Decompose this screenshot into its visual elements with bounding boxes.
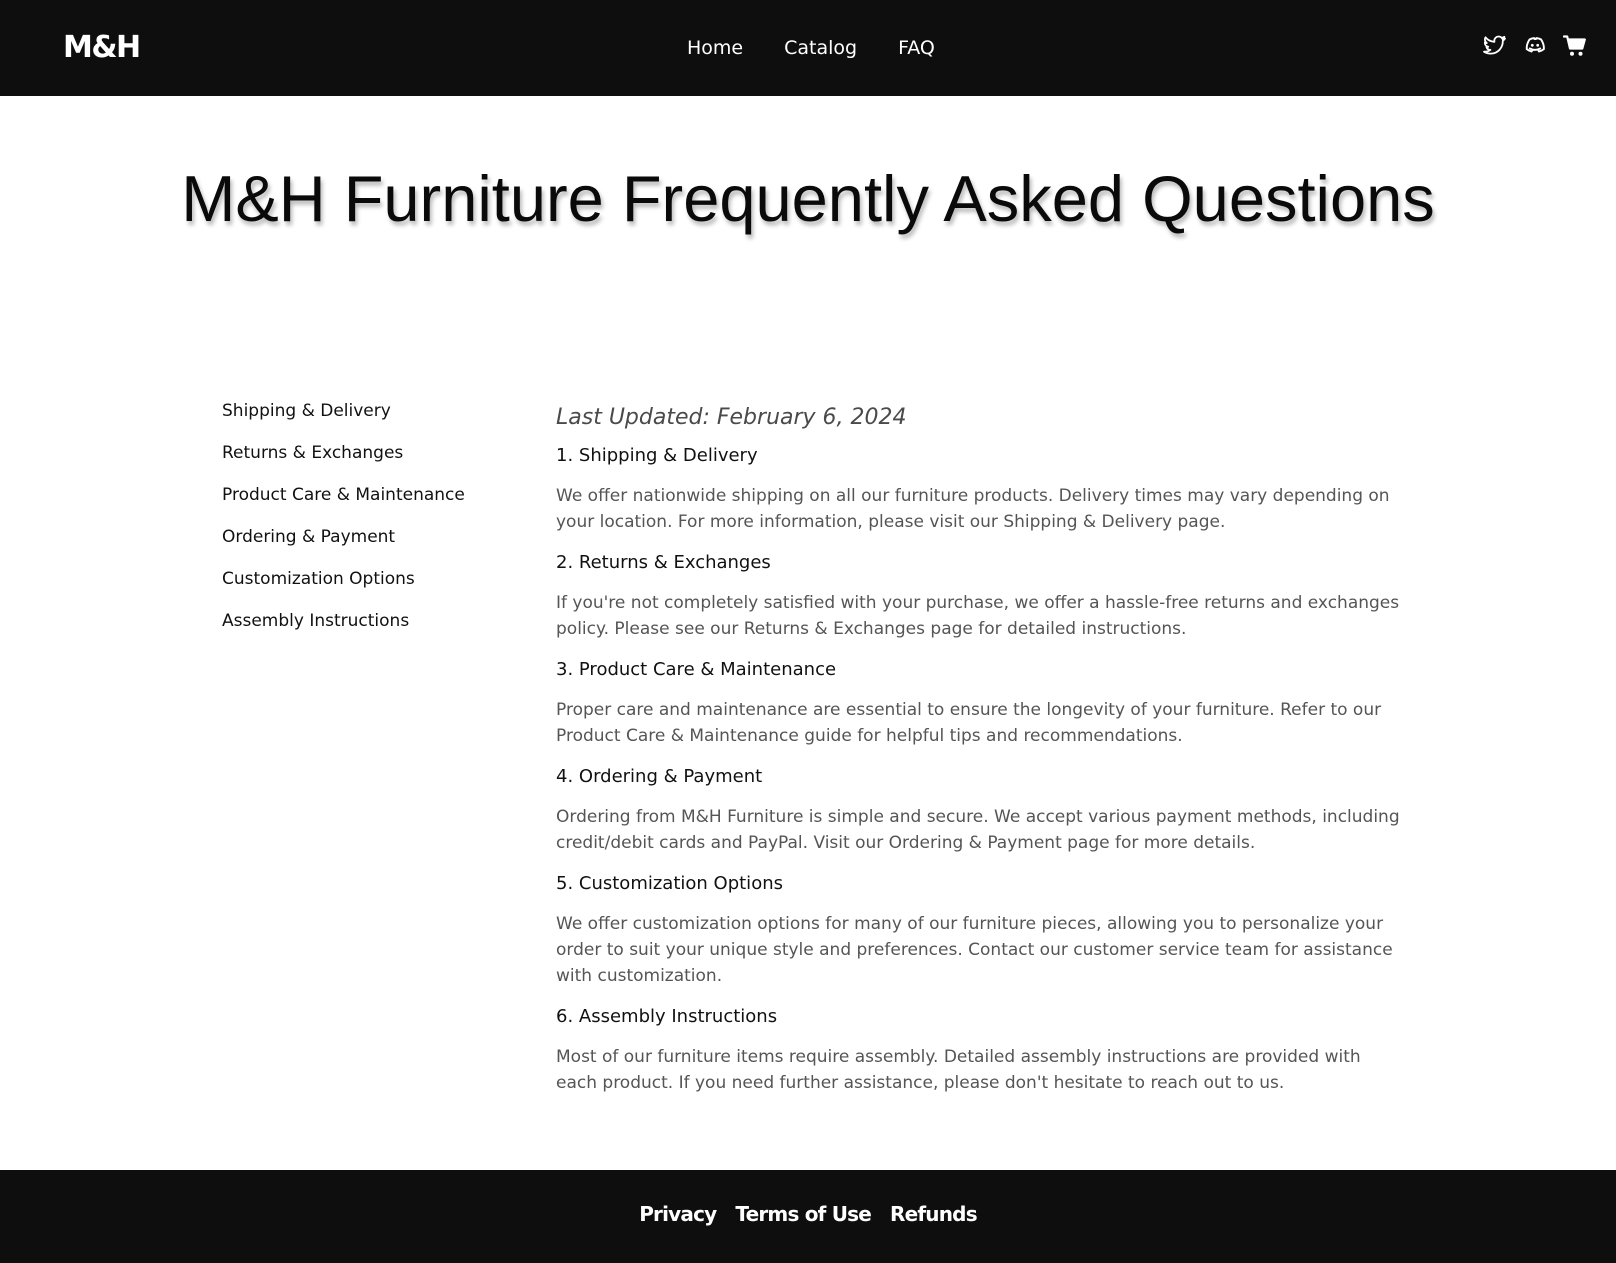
sidebar-item-ordering[interactable]: Ordering & Payment (222, 523, 512, 565)
faq-question: 1. Shipping & Delivery (556, 445, 758, 466)
faq-question: 6. Assembly Instructions (556, 1006, 778, 1027)
faq-sidebar: Shipping & Delivery Returns & Exchanges … (222, 397, 512, 649)
sidebar-item-customization[interactable]: Customization Options (222, 565, 512, 607)
faq-content: Last Updated: February 6, 2024 1. Shippi… (556, 398, 1406, 1111)
faq-answer: We offer nationwide shipping on all our … (556, 486, 1390, 532)
faq-answer: Ordering from M&H Furniture is simple an… (556, 807, 1400, 853)
sidebar-item-assembly[interactable]: Assembly Instructions (222, 607, 512, 649)
header-icons (1482, 34, 1587, 58)
faq-question: 3. Product Care & Maintenance (556, 659, 837, 680)
nav-catalog-link[interactable]: Catalog (784, 34, 857, 62)
page-title: M&H Furniture Frequently Asked Questions (181, 162, 1435, 235)
footer-terms-link[interactable]: Terms of Use (735, 1200, 871, 1228)
footer-nav: Privacy Terms of Use Refunds (0, 1200, 1616, 1228)
last-updated: Last Updated: February 6, 2024 (556, 405, 907, 430)
faq-section-ordering: 4. Ordering & Payment Ordering from M&H … (556, 764, 1406, 856)
faq-section-customization: 5. Customization Options We offer custom… (556, 871, 1406, 989)
sidebar-item-shipping[interactable]: Shipping & Delivery (222, 397, 512, 439)
faq-question: 4. Ordering & Payment (556, 766, 763, 787)
site-footer: Privacy Terms of Use Refunds (0, 1170, 1616, 1263)
faq-section-shipping: 1. Shipping & Delivery We offer nationwi… (556, 443, 1406, 535)
footer-privacy-link[interactable]: Privacy (639, 1200, 717, 1228)
cart-icon[interactable] (1562, 34, 1587, 58)
faq-answer: If you're not completely satisfied with … (556, 593, 1400, 639)
faq-question: 5. Customization Options (556, 873, 783, 894)
faq-section-assembly: 6. Assembly Instructions Most of our fur… (556, 1004, 1406, 1096)
main-nav: Home Catalog FAQ (687, 34, 935, 62)
sidebar-item-product-care[interactable]: Product Care & Maintenance (222, 481, 512, 523)
faq-section-product-care: 3. Product Care & Maintenance Proper car… (556, 657, 1406, 749)
nav-faq-link[interactable]: FAQ (898, 34, 935, 62)
sidebar-item-returns[interactable]: Returns & Exchanges (222, 439, 512, 481)
discord-icon[interactable] (1522, 34, 1547, 58)
faq-section-returns: 2. Returns & Exchanges If you're not com… (556, 550, 1406, 642)
faq-answer: We offer customization options for many … (556, 914, 1393, 986)
footer-refunds-link[interactable]: Refunds (890, 1200, 978, 1228)
twitter-icon[interactable] (1482, 34, 1507, 58)
faq-answer: Most of our furniture items require asse… (556, 1047, 1361, 1093)
nav-home-link[interactable]: Home (687, 34, 743, 62)
faq-question: 2. Returns & Exchanges (556, 552, 771, 573)
site-logo[interactable]: M&H (63, 28, 141, 68)
faq-answer: Proper care and maintenance are essentia… (556, 700, 1382, 746)
site-header: M&H Home Catalog FAQ (0, 0, 1616, 96)
